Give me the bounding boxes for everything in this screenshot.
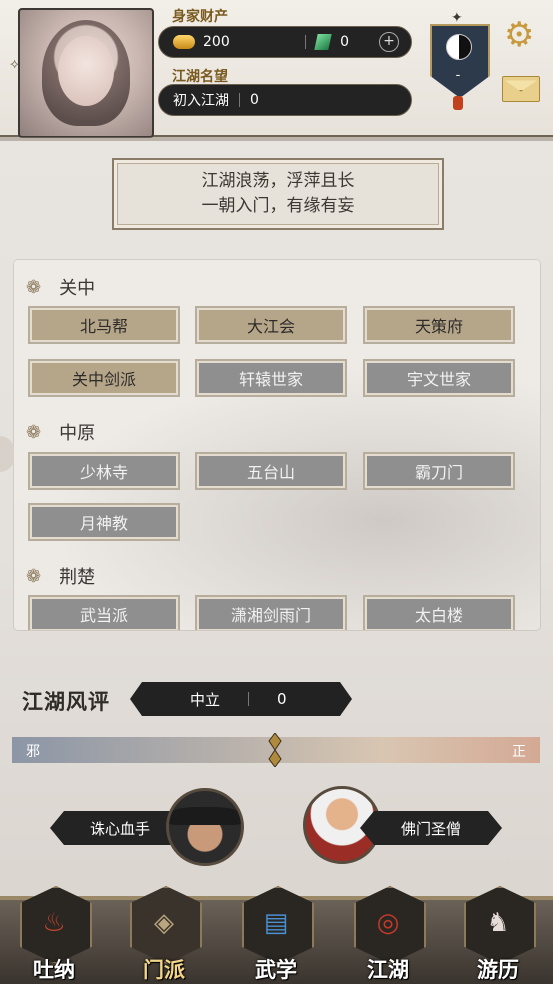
sect-button[interactable]: 轩辕世家 — [195, 359, 347, 397]
sect-button[interactable]: 大江会 — [195, 306, 347, 344]
reputation-pill: 中立 0 — [130, 682, 352, 716]
sect-button[interactable]: 宇文世家 — [363, 359, 515, 397]
sect-button[interactable]: 月神教 — [28, 503, 180, 541]
jade-icon — [314, 34, 332, 50]
wealth-label: 身家财产 — [172, 9, 228, 25]
nav-item-youli[interactable]: ♞ 游历 — [456, 878, 540, 982]
nav-label: 门派 — [143, 958, 185, 982]
fame-label: 江湖名望 — [172, 69, 228, 85]
mail-icon[interactable] — [502, 76, 540, 102]
nav-item-jianghu[interactable]: ◎ 江湖 — [346, 878, 430, 982]
add-currency-button[interactable]: + — [379, 32, 399, 52]
top-header: ⟡ 身家财产 200 0 + 江湖名望 初入江湖 0 ✦ - ⚙ — [0, 0, 553, 141]
sect-button[interactable]: 武当派 — [28, 595, 180, 630]
region-name: 中原 — [59, 423, 96, 444]
nav-item-menpai[interactable]: ◈ 门派 — [122, 878, 206, 982]
motto-line-2: 一朝入门，有缘有妄 — [201, 196, 355, 216]
good-archetype-label: 佛门圣僧 — [360, 811, 502, 845]
horse-icon: ♞ — [486, 908, 510, 938]
nav-label: 江湖 — [367, 958, 409, 982]
fame-title: 初入江湖 — [173, 93, 229, 109]
divider — [305, 35, 307, 49]
sect-button[interactable]: 关中剑派 — [28, 359, 180, 397]
flower-icon: ❁ — [26, 276, 42, 298]
region-header-jingchu: ❁ 荆楚 — [26, 563, 95, 589]
meditation-icon: ♨ — [42, 908, 66, 938]
jade-amount: 0 — [340, 34, 349, 50]
sect-list-panel[interactable]: ❁ 关中 北马帮 大江会 天策府 关中剑派 轩辕世家 宇文世家 ❁ 中原 少林寺… — [14, 260, 540, 630]
evil-archetype-portrait[interactable] — [166, 788, 244, 866]
side-drawer-tab[interactable] — [0, 436, 14, 472]
bamboo-hat — [169, 807, 241, 825]
fame-bar: 初入江湖 0 — [158, 84, 412, 116]
emblem-value: - — [455, 68, 461, 83]
sect-button[interactable]: 少林寺 — [28, 452, 180, 490]
settings-gear-icon[interactable]: ⚙ — [504, 18, 534, 52]
evil-end-label: 邪 — [26, 744, 40, 760]
region-header-guanzhong: ❁ 关中 — [26, 274, 95, 300]
flower-icon: ❁ — [26, 565, 42, 587]
gold-amount: 200 — [203, 34, 230, 50]
emblem-finial-icon: ✦ — [451, 10, 463, 26]
bottom-nav: ♨ 吐纳 ◈ 门派 ▤ 武学 ◎ 江湖 ♞ 游历 — [0, 886, 553, 984]
sect-icon: ◈ — [154, 908, 174, 938]
region-name: 关中 — [59, 278, 96, 299]
gold-ingot-icon — [173, 35, 195, 49]
sect-button[interactable]: 太白楼 — [363, 595, 515, 630]
alignment-emblem[interactable]: ✦ - — [426, 10, 490, 110]
reputation-title: 江湖风评 — [22, 690, 110, 714]
region-name: 荆楚 — [59, 567, 96, 588]
sect-button[interactable]: 天策府 — [363, 306, 515, 344]
region-header-zhongyuan: ❁ 中原 — [26, 419, 95, 445]
nav-label: 武学 — [255, 958, 297, 982]
avatar-face — [58, 36, 114, 106]
reputation-score: 0 — [277, 690, 287, 708]
wealth-bar: 200 0 + — [158, 26, 412, 58]
sect-button[interactable]: 潇湘剑雨门 — [195, 595, 347, 630]
alignment-label: 中立 — [189, 690, 220, 709]
sect-button[interactable]: 北马帮 — [28, 306, 180, 344]
fame-value: 0 — [250, 92, 259, 108]
nav-label: 吐纳 — [33, 958, 75, 982]
yin-yang-icon — [446, 34, 472, 60]
motto-line-1: 江湖浪荡，浮萍且长 — [201, 171, 355, 191]
tassel-icon — [453, 96, 463, 110]
divider — [248, 692, 249, 706]
nav-item-tuna[interactable]: ♨ 吐纳 — [12, 878, 96, 982]
martial-book-icon: ▤ — [263, 908, 289, 938]
player-avatar[interactable] — [18, 8, 154, 138]
flower-icon: ❁ — [26, 421, 42, 443]
sect-button[interactable]: 霸刀门 — [363, 452, 515, 490]
nav-item-wuxue[interactable]: ▤ 武学 — [234, 878, 318, 982]
motto-panel: 江湖浪荡，浮萍且长 一朝入门，有缘有妄 — [112, 158, 444, 230]
sect-button[interactable]: 五台山 — [195, 452, 347, 490]
divider — [239, 93, 240, 107]
world-icon: ◎ — [376, 908, 400, 938]
alignment-marker-icon — [268, 733, 282, 767]
righteous-end-label: 正 — [512, 744, 526, 760]
nav-label: 游历 — [477, 958, 519, 982]
